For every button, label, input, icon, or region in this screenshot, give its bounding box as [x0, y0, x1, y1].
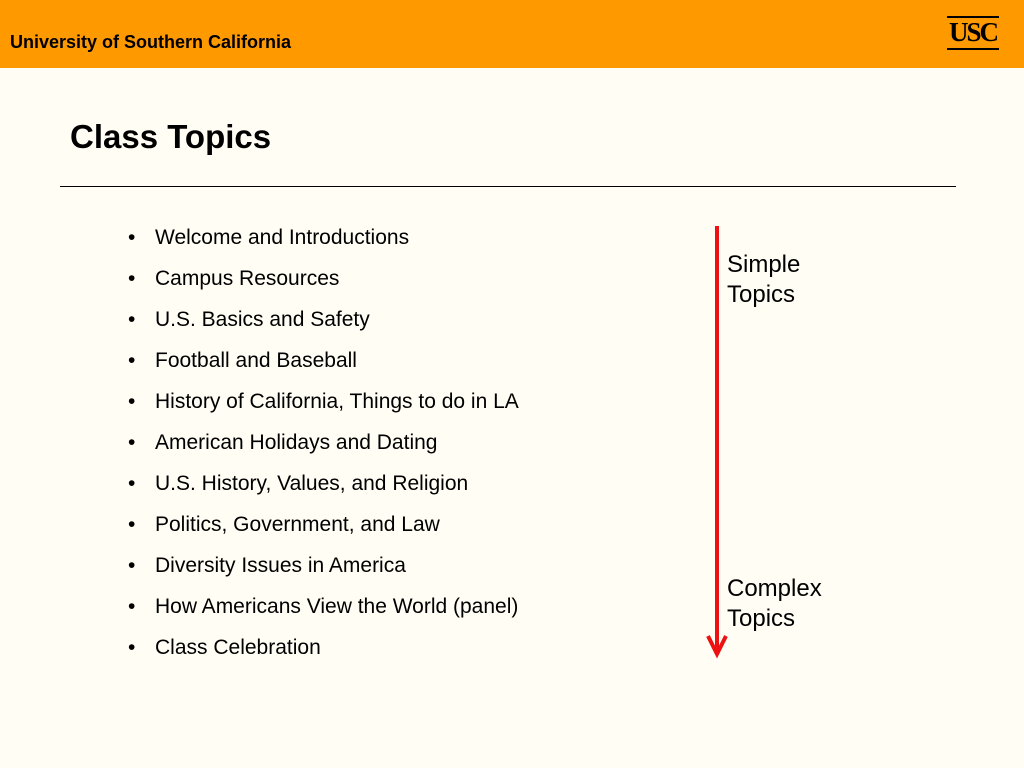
bullet-icon: • — [128, 226, 136, 249]
topic-list: • Welcome and Introductions • Campus Resour… — [128, 226, 519, 677]
title-divider — [60, 186, 956, 187]
simple-label: Simple — [727, 251, 801, 278]
bullet-icon: • — [128, 308, 136, 331]
usc-logo: USC — [947, 16, 999, 50]
topic-text: U.S. Basics and Safety — [155, 308, 370, 331]
header-bar: University of Southern California USC — [0, 0, 1024, 68]
topic-item: • Class Celebration — [128, 636, 519, 677]
topic-text: U.S. History, Values, and Religion — [155, 472, 469, 495]
simple-topics-label: Simple Topics — [727, 250, 800, 310]
topic-text: History of California, Things to do in L… — [155, 390, 519, 413]
topic-item: • History of California, Things to do in … — [128, 390, 519, 431]
bullet-icon: • — [128, 267, 136, 290]
complex-label: Complex — [727, 575, 822, 602]
bullet-icon: • — [128, 513, 136, 536]
topics-label: Topics — [727, 605, 796, 632]
topic-item: • How Americans View the World (panel) — [128, 595, 519, 636]
bullet-icon: • — [128, 431, 136, 454]
bullet-icon: • — [128, 595, 136, 618]
institution-name: University of Southern California — [10, 32, 292, 52]
topic-text: Politics, Government, and Law — [155, 513, 440, 536]
bullet-icon: • — [128, 349, 136, 372]
topic-text: Class Celebration — [155, 636, 321, 659]
bullet-icon: • — [128, 390, 136, 413]
topic-text: How Americans View the World (panel) — [155, 595, 519, 618]
topics-label: Topics — [727, 281, 796, 308]
topic-item: • Welcome and Introductions — [128, 226, 519, 267]
topic-text: Campus Resources — [155, 267, 340, 290]
bullet-icon: • — [128, 472, 136, 495]
topic-item: • Politics, Government, and Law — [128, 513, 519, 554]
topic-item: • Diversity Issues in America — [128, 554, 519, 595]
topic-item: • U.S. History, Values, and Religion — [128, 472, 519, 513]
topic-item: • U.S. Basics and Safety — [128, 308, 519, 349]
topic-text: American Holidays and Dating — [155, 431, 438, 454]
topic-text: Diversity Issues in America — [155, 554, 406, 577]
topic-item: • Campus Resources — [128, 267, 519, 308]
topic-item: • Football and Baseball — [128, 349, 519, 390]
topic-text: Welcome and Introductions — [155, 226, 410, 249]
bullet-icon: • — [128, 636, 136, 659]
topic-item: • American Holidays and Dating — [128, 431, 519, 472]
complex-topics-label: Complex Topics — [727, 574, 822, 634]
bullet-icon: • — [128, 554, 136, 577]
slide-title: Class Topics — [70, 118, 272, 155]
topic-text: Football and Baseball — [155, 349, 357, 372]
